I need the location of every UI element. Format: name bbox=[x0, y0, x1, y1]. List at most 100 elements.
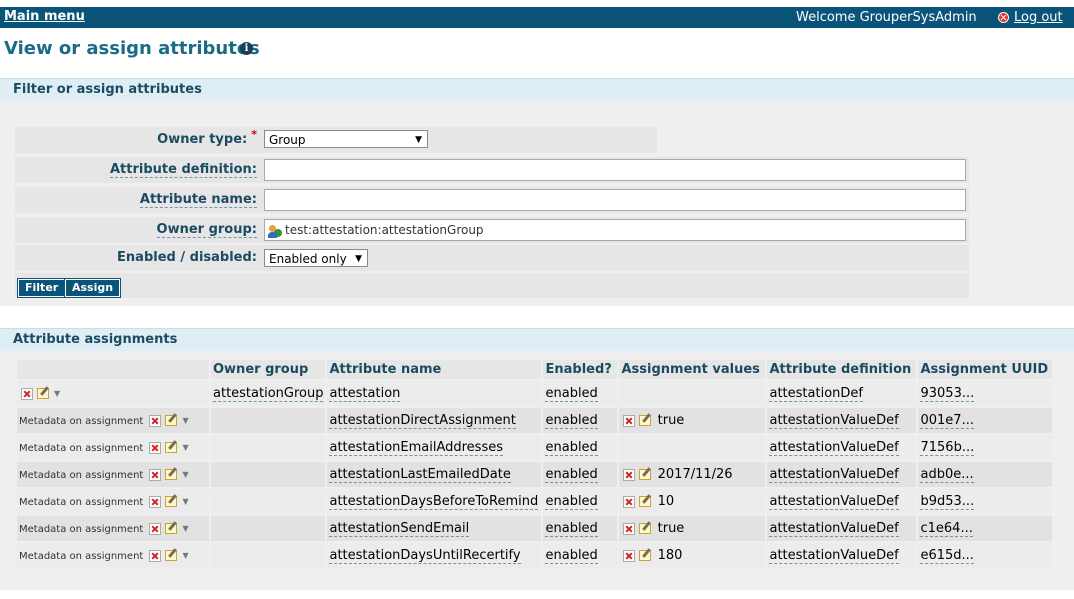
metadata-on-assignment-label: Metadata on assignment bbox=[19, 470, 144, 481]
attribute-name-cell: attestation bbox=[327, 381, 542, 406]
assignment-uuid-cell: c1e64... bbox=[918, 516, 1053, 541]
assignment-uuid-link[interactable]: 7156b... bbox=[920, 440, 975, 456]
menu-arrow-icon[interactable]: ▼ bbox=[182, 524, 188, 533]
attribute-definition-link[interactable]: attestationDef bbox=[769, 386, 863, 402]
assignment-value: 10 bbox=[657, 494, 675, 509]
owner-group-cell bbox=[211, 408, 326, 433]
delete-value-icon[interactable] bbox=[623, 468, 636, 481]
assignment-uuid-link[interactable]: b9d53... bbox=[920, 494, 975, 510]
delete-value-icon[interactable] bbox=[623, 495, 636, 508]
attribute-definition-link[interactable]: attestationValueDef bbox=[769, 548, 899, 564]
edit-value-icon[interactable] bbox=[639, 550, 652, 561]
delete-value-icon[interactable] bbox=[623, 549, 636, 562]
edit-value-icon[interactable] bbox=[639, 415, 652, 426]
assignment-uuid-cell: 001e7... bbox=[918, 408, 1053, 433]
attribute-definition-cell: attestationValueDef bbox=[767, 408, 917, 433]
assign-button[interactable]: Assign bbox=[63, 278, 122, 298]
attribute-name-link[interactable]: attestationDirectAssignment bbox=[329, 413, 516, 429]
delete-icon[interactable] bbox=[149, 414, 162, 427]
edit-icon[interactable] bbox=[165, 469, 178, 480]
assignment-uuid-link[interactable]: e615d... bbox=[920, 548, 974, 564]
edit-icon[interactable] bbox=[165, 523, 178, 534]
edit-value-icon[interactable] bbox=[639, 469, 652, 480]
attribute-definition-cell: attestationValueDef bbox=[767, 489, 917, 514]
assignment-values-cell: true bbox=[619, 516, 766, 541]
delete-value-icon[interactable] bbox=[623, 522, 636, 535]
delete-icon[interactable] bbox=[149, 441, 162, 454]
enabled-cell: enabled bbox=[543, 435, 618, 460]
attribute-name-link[interactable]: attestationSendEmail bbox=[329, 521, 470, 537]
assignment-values-cell: 2017/11/26 bbox=[619, 462, 766, 487]
edit-icon[interactable] bbox=[165, 415, 178, 426]
assignment-uuid-link[interactable]: 001e7... bbox=[920, 413, 974, 429]
delete-icon[interactable] bbox=[149, 549, 162, 562]
welcome-text: Welcome GrouperSysAdmin bbox=[796, 10, 977, 25]
attribute-definition-cell: attestationValueDef bbox=[767, 435, 917, 460]
table-row: Metadata on assignment ▼ attestationSendE… bbox=[17, 516, 1053, 541]
owner-group-link[interactable]: attestationGroup bbox=[213, 386, 324, 402]
attribute-name-link[interactable]: attestationDaysUntilRecertify bbox=[329, 548, 521, 564]
attribute-definition-link[interactable]: attestationValueDef bbox=[769, 521, 899, 537]
menu-arrow-icon[interactable]: ▼ bbox=[54, 389, 60, 398]
edit-icon[interactable] bbox=[165, 496, 178, 507]
menu-arrow-icon[interactable]: ▼ bbox=[182, 470, 188, 479]
edit-icon[interactable] bbox=[37, 388, 49, 399]
row-actions-cell: Metadata on assignment ▼ bbox=[17, 435, 209, 460]
assignment-uuid-link[interactable]: c1e64... bbox=[920, 521, 973, 537]
chevron-down-icon: ▼ bbox=[355, 254, 362, 264]
owner-type-select[interactable]: Group ▼ bbox=[264, 130, 428, 148]
menu-arrow-icon[interactable]: ▼ bbox=[182, 551, 188, 560]
attribute-definition-link[interactable]: attestationValueDef bbox=[769, 494, 899, 510]
delete-icon[interactable] bbox=[149, 522, 162, 535]
delete-icon[interactable] bbox=[149, 495, 162, 508]
owner-group-input[interactable]: test:attestation:attestationGroup bbox=[264, 219, 966, 241]
assignment-value: true bbox=[657, 521, 685, 536]
column-header-assignment-uuid: Assignment UUID bbox=[918, 360, 1053, 379]
edit-icon[interactable] bbox=[165, 550, 178, 561]
info-icon[interactable]: i bbox=[240, 42, 253, 55]
owner-group-cell bbox=[211, 435, 326, 460]
delete-icon[interactable] bbox=[21, 387, 33, 400]
table-row: Metadata on assignment ▼ attestationDaysU… bbox=[17, 543, 1053, 568]
table-row: Metadata on assignment ▼ attestationDaysB… bbox=[17, 489, 1053, 514]
delete-icon[interactable] bbox=[149, 468, 162, 481]
attribute-name-row: Attribute name: bbox=[15, 187, 969, 213]
table-row: Metadata on assignment ▼ attestationEmail… bbox=[17, 435, 1053, 460]
edit-value-icon[interactable] bbox=[639, 523, 652, 534]
attribute-name-link[interactable]: attestationLastEmailedDate bbox=[329, 467, 511, 483]
attribute-name-link[interactable]: attestationEmailAddresses bbox=[329, 440, 503, 456]
row-actions-cell: Metadata on assignment ▼ bbox=[17, 516, 209, 541]
assignment-uuid-link[interactable]: 93053... bbox=[920, 386, 975, 402]
attribute-definition-link[interactable]: attestationValueDef bbox=[769, 440, 899, 456]
edit-icon[interactable] bbox=[165, 442, 178, 453]
attribute-definition-link[interactable]: attestationValueDef bbox=[769, 467, 899, 483]
menu-arrow-icon[interactable]: ▼ bbox=[182, 443, 188, 452]
owner-group-cell bbox=[211, 516, 326, 541]
enabled-select[interactable]: Enabled only ▼ bbox=[264, 249, 368, 267]
delete-value-icon[interactable] bbox=[623, 414, 636, 427]
attribute-definition-cell: attestationValueDef bbox=[767, 543, 917, 568]
attribute-name-link[interactable]: attestation bbox=[329, 386, 401, 402]
menu-arrow-icon[interactable]: ▼ bbox=[182, 416, 188, 425]
assignment-uuid-cell: 93053... bbox=[918, 381, 1053, 406]
attribute-definition-link[interactable]: attestationValueDef bbox=[769, 413, 899, 429]
enabled-row: Enabled / disabled: Enabled only ▼ bbox=[15, 245, 969, 271]
attribute-definition-input[interactable] bbox=[264, 159, 966, 181]
chevron-down-icon: ▼ bbox=[415, 135, 422, 145]
logout-link[interactable]: Log out bbox=[1014, 10, 1063, 25]
owner-type-label: Owner type: * bbox=[157, 128, 257, 147]
main-menu-link[interactable]: Main menu bbox=[4, 9, 85, 24]
table-row: Metadata on assignment ▼ attestationLastE… bbox=[17, 462, 1053, 487]
attribute-name-input[interactable] bbox=[264, 189, 966, 211]
edit-value-icon[interactable] bbox=[639, 496, 652, 507]
row-actions-cell: Metadata on assignment ▼ bbox=[17, 543, 209, 568]
filter-button[interactable]: Filter bbox=[16, 278, 67, 298]
table-row: Metadata on assignment ▼ attestationDirec… bbox=[17, 408, 1053, 433]
logout-icon[interactable] bbox=[998, 12, 1009, 23]
enabled-cell: enabled bbox=[543, 516, 618, 541]
menu-arrow-icon[interactable]: ▼ bbox=[182, 497, 188, 506]
assignment-uuid-link[interactable]: adb0e... bbox=[920, 467, 974, 483]
column-header-attribute-definition: Attribute definition bbox=[767, 360, 917, 379]
attribute-name-link[interactable]: attestationDaysBeforeToRemind bbox=[329, 494, 539, 510]
owner-group-cell bbox=[211, 543, 326, 568]
